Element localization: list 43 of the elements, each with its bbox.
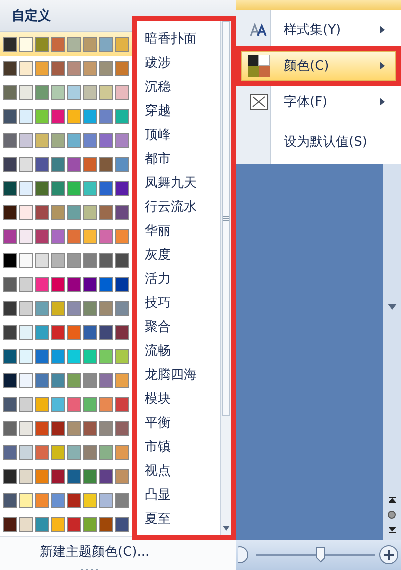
color-scheme-row[interactable] xyxy=(0,32,132,56)
scroll-down-icon[interactable] xyxy=(388,304,396,310)
chevron-right-icon xyxy=(380,62,385,70)
menu-item[interactable]: 字体(F) xyxy=(241,87,396,117)
scheme-name[interactable]: 龙腾四海 xyxy=(137,364,220,388)
crossed-box-icon xyxy=(250,94,268,110)
letters-icon xyxy=(250,23,268,37)
zoom-in-icon[interactable] xyxy=(379,545,399,565)
scheme-name[interactable]: 流畅 xyxy=(137,340,220,364)
scheme-name[interactable]: 都市 xyxy=(137,148,220,172)
scheme-name[interactable]: 行云流水 xyxy=(137,196,220,220)
previous-page-icon[interactable] xyxy=(388,496,396,503)
scheme-name[interactable]: 凸显 xyxy=(137,484,220,508)
scroll-thumb[interactable] xyxy=(222,21,230,416)
scheme-name[interactable]: 活力 xyxy=(137,268,220,292)
chevron-right-icon xyxy=(380,98,385,106)
scheme-name[interactable]: 夏至 xyxy=(137,508,220,532)
browse-object-icon[interactable] xyxy=(388,511,396,519)
scheme-name[interactable]: 技巧 xyxy=(137,292,220,316)
scheme-name[interactable]: 沉稳 xyxy=(137,76,220,100)
next-page-icon[interactable] xyxy=(388,527,396,534)
scheme-name[interactable]: 视点 xyxy=(137,460,220,484)
scheme-name[interactable]: 灰度 xyxy=(137,244,220,268)
slider-thumb-icon[interactable] xyxy=(316,547,326,563)
scroll-down-icon[interactable] xyxy=(222,526,230,531)
menu-item[interactable]: 设为默认值(S) xyxy=(241,127,396,157)
menu-item[interactable]: 样式集(Y) xyxy=(241,15,396,45)
scheme-name[interactable]: 市镇 xyxy=(137,436,220,460)
scheme-name[interactable]: 平衡 xyxy=(137,412,220,436)
scheme-name[interactable]: 华丽 xyxy=(137,220,220,244)
scheme-name[interactable]: 凤舞九天 xyxy=(137,172,220,196)
section-title: 自定义 xyxy=(12,8,51,24)
scheme-name[interactable]: 跋涉 xyxy=(137,52,220,76)
grip-icon xyxy=(223,216,229,222)
scheme-name[interactable]: 穿越 xyxy=(137,100,220,124)
vertical-scrollbar[interactable] xyxy=(383,164,401,540)
chevron-right-icon xyxy=(380,26,385,34)
menu-item[interactable]: 颜色(C) xyxy=(241,51,396,81)
scheme-name[interactable]: 模块 xyxy=(137,388,220,412)
scheme-name[interactable]: 顶峰 xyxy=(137,124,220,148)
color-squares-icon xyxy=(248,55,270,77)
scheme-name[interactable]: 暗香扑面 xyxy=(137,28,220,52)
scheme-name[interactable]: 聚合 xyxy=(137,316,220,340)
